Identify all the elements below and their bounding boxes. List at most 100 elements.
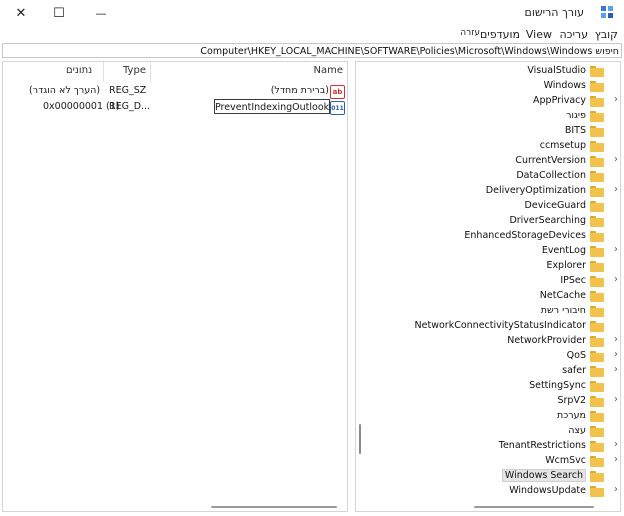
tree-item[interactable]: Explorer (356, 259, 620, 274)
tree-item-label: Windows (543, 80, 586, 91)
address-bar[interactable]: Computer\HKEY_LOCAL_MACHINE\SOFTWARE\Pol… (2, 43, 622, 58)
tree-item[interactable]: Windows Search (356, 469, 620, 484)
column-header-type[interactable]: Type (123, 65, 146, 76)
menu-help[interactable]: עזרה (460, 28, 480, 38)
tree-item[interactable]: › SrpV2 (356, 394, 620, 409)
tree-item[interactable]: Windows (356, 79, 620, 94)
folder-icon (590, 291, 604, 302)
tree-item-label: QoS (566, 350, 586, 361)
tree-item-label: TenantRestrictions (498, 440, 586, 451)
column-divider[interactable] (103, 62, 104, 82)
tree-item[interactable]: מערכת (356, 409, 620, 424)
expand-chevron-icon[interactable]: › (614, 454, 618, 465)
tree-item-label: DeviceGuard (524, 200, 586, 211)
minimize-button[interactable]: — (86, 3, 116, 23)
tree-item[interactable]: › IPSec (356, 274, 620, 289)
tree-item[interactable]: NetCache (356, 289, 620, 304)
expand-chevron-icon[interactable]: › (614, 184, 618, 195)
column-header-data[interactable]: נתונים (66, 65, 92, 76)
expand-chevron-icon[interactable]: › (614, 334, 618, 345)
tree-item[interactable]: עצה (356, 424, 620, 439)
tree-item[interactable]: › WindowsUpdate (356, 484, 620, 499)
tree-item[interactable]: BITS (356, 124, 620, 139)
folder-icon (590, 81, 604, 92)
menu-edit[interactable]: עריכה (559, 28, 588, 41)
registry-editor-icon (601, 6, 613, 18)
tree-item-label: WindowsUpdate (509, 485, 586, 496)
expand-chevron-icon[interactable]: › (614, 439, 618, 450)
tree-item-label: IPSec (560, 275, 586, 286)
value-row[interactable]: 0x00000001 (1) REG_D... PreventIndexingO… (3, 99, 347, 116)
tree-item[interactable]: EnhancedStorageDevices (356, 229, 620, 244)
tree-item[interactable]: NetworkConnectivityStatusIndicator (356, 319, 620, 334)
folder-icon (590, 351, 604, 362)
tree-item-label: עצה (568, 425, 586, 436)
tree-item-label: חיבורי רשת (540, 305, 586, 316)
tree-item[interactable]: VisualStudio (356, 64, 620, 79)
folder-icon (590, 381, 604, 392)
tree-item[interactable]: › EventLog (356, 244, 620, 259)
string-value-icon: ab (330, 85, 345, 99)
tree-item[interactable]: חיבורי רשת (356, 304, 620, 319)
folder-icon (590, 111, 604, 122)
tree-item-label: AppPrivacy (533, 95, 586, 106)
tree-item-label: safer (562, 365, 586, 376)
tree-item-label: פיגור (566, 110, 586, 121)
expand-chevron-icon[interactable]: › (614, 364, 618, 375)
close-button[interactable]: ✕ (6, 3, 36, 23)
tree-item[interactable]: פיגור (356, 109, 620, 124)
folder-icon (590, 306, 604, 317)
tree-item-label: BITS (564, 125, 586, 136)
maximize-button[interactable]: ☐ (44, 3, 74, 23)
menu-file[interactable]: קובץ (595, 28, 618, 41)
folder-icon (590, 96, 604, 107)
tree-item-label: SrpV2 (557, 395, 586, 406)
folder-icon (590, 186, 604, 197)
tree-item[interactable]: SettingSync (356, 379, 620, 394)
column-divider[interactable] (150, 62, 151, 82)
folder-icon (590, 141, 604, 152)
horizontal-scrollbar[interactable] (474, 506, 594, 508)
expand-chevron-icon[interactable]: › (614, 274, 618, 285)
expand-chevron-icon[interactable]: › (614, 244, 618, 255)
tree-item[interactable]: › safer (356, 364, 620, 379)
tree-item[interactable]: › DeliveryOptimization (356, 184, 620, 199)
tree-item-label: ccmsetup (539, 140, 586, 151)
tree-item[interactable]: ccmsetup (356, 139, 620, 154)
key-tree-pane: VisualStudio Windows › AppPrivacy פיגור BITS c… (355, 61, 621, 512)
menu-view[interactable]: View (526, 28, 552, 41)
folder-icon (590, 486, 604, 497)
folder-icon (590, 396, 604, 407)
expand-chevron-icon[interactable]: › (614, 484, 618, 495)
tree-item[interactable]: › QoS (356, 349, 620, 364)
expand-chevron-icon[interactable]: › (614, 154, 618, 165)
values-pane: נתונים Type Name (הערך לא הוגדר) REG_SZ … (2, 61, 348, 512)
pane-splitter[interactable] (359, 424, 361, 454)
tree-item[interactable]: › NetworkProvider (356, 334, 620, 349)
value-data: (הערך לא הוגדר) (29, 85, 101, 96)
window-title: עורך הרישום (524, 6, 584, 19)
horizontal-scrollbar[interactable] (211, 506, 337, 508)
tree-item-label: DataCollection (516, 170, 586, 181)
tree-item[interactable]: DriverSearching (356, 214, 620, 229)
tree-item[interactable]: DataCollection (356, 169, 620, 184)
column-header-name[interactable]: Name (313, 65, 343, 76)
expand-chevron-icon[interactable]: › (614, 394, 618, 405)
expand-chevron-icon[interactable]: › (614, 94, 618, 105)
folder-icon (590, 336, 604, 347)
tree-item[interactable]: DeviceGuard (356, 199, 620, 214)
folder-icon (590, 201, 604, 212)
folder-icon (590, 366, 604, 377)
expand-chevron-icon[interactable]: › (614, 349, 618, 360)
tree-item[interactable]: › CurrentVersion (356, 154, 620, 169)
tree-item-label: Windows Search (501, 469, 586, 482)
value-row[interactable]: (הערך לא הוגדר) REG_SZ (ברירת מחדל) ab (3, 84, 347, 100)
folder-icon (590, 66, 604, 77)
menu-favorites[interactable]: מועדפים (480, 28, 520, 41)
tree-item[interactable]: › AppPrivacy (356, 94, 620, 109)
rename-value-input[interactable]: PreventIndexingOutlook (214, 99, 330, 114)
folder-icon (590, 321, 604, 332)
tree-item[interactable]: › TenantRestrictions (356, 439, 620, 454)
tree-item[interactable]: › WcmSvc (356, 454, 620, 469)
value-name: (ברירת מחדל) (270, 85, 329, 96)
